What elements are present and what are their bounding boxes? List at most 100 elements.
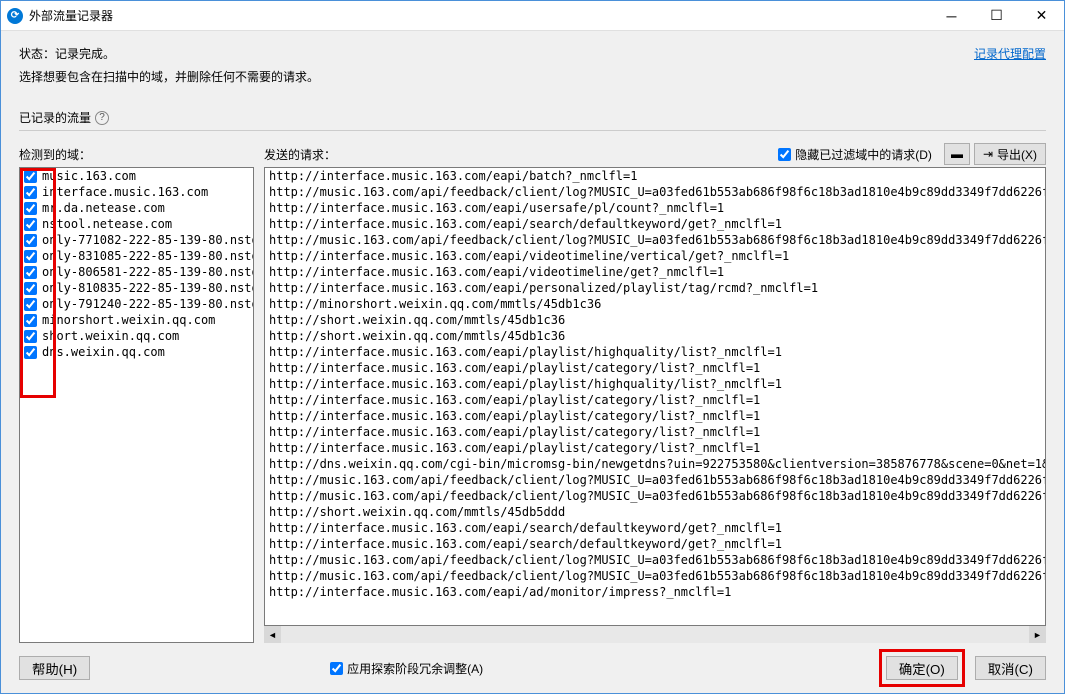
delete-button[interactable]: ▬ <box>944 143 970 165</box>
domain-label: dns.weixin.qq.com <box>42 345 165 359</box>
annotation-highlight: 确定(O) <box>879 649 965 687</box>
domain-item[interactable]: nstool.netease.com <box>20 216 253 232</box>
domains-title: 检测到的域： <box>19 146 91 163</box>
recorded-traffic-title: 已记录的流量 ? <box>19 109 1046 126</box>
scroll-left-icon[interactable]: ◄ <box>264 626 281 643</box>
description-text: 选择想要包含在扫描中的域，并删除任何不需要的请求。 <box>19 68 1046 85</box>
hide-filtered-input[interactable] <box>778 148 791 161</box>
domain-label: music.163.com <box>42 169 136 183</box>
domain-item[interactable]: only-806581-222-85-139-80.nstoo... <box>20 264 253 280</box>
request-item[interactable]: http://short.weixin.qq.com/mmtls/45db5dd… <box>265 504 1045 520</box>
cancel-button[interactable]: 取消(C) <box>975 656 1046 680</box>
request-item[interactable]: http://interface.music.163.com/eapi/play… <box>265 392 1045 408</box>
request-item[interactable]: http://interface.music.163.com/eapi/play… <box>265 376 1045 392</box>
domain-item[interactable]: short.weixin.qq.com <box>20 328 253 344</box>
request-item[interactable]: http://interface.music.163.com/eapi/play… <box>265 408 1045 424</box>
requests-list[interactable]: http://interface.music.163.com/eapi/batc… <box>264 167 1046 626</box>
domains-list[interactable]: music.163.com interface.music.163.com mr.d… <box>19 167 254 643</box>
export-icon: ⇥ <box>983 147 993 161</box>
domain-checkbox[interactable] <box>24 298 37 311</box>
domain-checkbox[interactable] <box>24 234 37 247</box>
minimize-button[interactable]: ─ <box>929 1 974 31</box>
domain-label: only-771082-222-85-139-80.nstoo... <box>42 233 254 247</box>
bottom-bar: 帮助(H) 应用探索阶段冗余调整(A) 确定(O) 取消(C) <box>19 643 1046 683</box>
apply-adjust-input[interactable] <box>330 662 343 675</box>
domain-checkbox[interactable] <box>24 314 37 327</box>
status-value: 记录完成。 <box>55 45 115 62</box>
export-button[interactable]: ⇥ 导出(X) <box>974 143 1046 165</box>
help-button[interactable]: 帮助(H) <box>19 656 90 680</box>
domain-label: only-810835-222-85-139-80.nstoo... <box>42 281 254 295</box>
domain-label: mr.da.netease.com <box>42 201 165 215</box>
request-item[interactable]: http://interface.music.163.com/eapi/play… <box>265 424 1045 440</box>
domain-checkbox[interactable] <box>24 346 37 359</box>
domain-checkbox[interactable] <box>24 186 37 199</box>
titlebar: ⟳ 外部流量记录器 ─ ☐ ✕ <box>1 1 1064 31</box>
request-item[interactable]: http://music.163.com/api/feedback/client… <box>265 488 1045 504</box>
request-item[interactable]: http://music.163.com/api/feedback/client… <box>265 232 1045 248</box>
divider <box>19 130 1046 131</box>
request-item[interactable]: http://interface.music.163.com/eapi/pers… <box>265 280 1045 296</box>
help-icon[interactable]: ? <box>95 111 109 125</box>
request-item[interactable]: http://music.163.com/api/feedback/client… <box>265 552 1045 568</box>
maximize-button[interactable]: ☐ <box>974 1 1019 31</box>
request-item[interactable]: http://minorshort.weixin.qq.com/mmtls/45… <box>265 296 1045 312</box>
domains-header: 检测到的域： <box>19 141 254 167</box>
domain-item[interactable]: minorshort.weixin.qq.com <box>20 312 253 328</box>
request-item[interactable]: http://interface.music.163.com/eapi/user… <box>265 200 1045 216</box>
domain-checkbox[interactable] <box>24 202 37 215</box>
request-item[interactable]: http://short.weixin.qq.com/mmtls/45db1c3… <box>265 328 1045 344</box>
request-item[interactable]: http://interface.music.163.com/eapi/play… <box>265 344 1045 360</box>
hide-filtered-checkbox[interactable]: 隐藏已过滤域中的请求(D) <box>778 146 932 163</box>
request-item[interactable]: http://interface.music.163.com/eapi/sear… <box>265 520 1045 536</box>
request-item[interactable]: http://dns.weixin.qq.com/cgi-bin/microms… <box>265 456 1045 472</box>
domain-label: nstool.netease.com <box>42 217 172 231</box>
domain-checkbox[interactable] <box>24 170 37 183</box>
request-item[interactable]: http://interface.music.163.com/eapi/vide… <box>265 248 1045 264</box>
request-item[interactable]: http://interface.music.163.com/eapi/vide… <box>265 264 1045 280</box>
domain-item[interactable]: mr.da.netease.com <box>20 200 253 216</box>
domains-panel: 检测到的域： music.163.com interface.music.163.… <box>19 141 254 643</box>
horizontal-scrollbar[interactable]: ◄ ► <box>264 626 1046 643</box>
request-item[interactable]: http://interface.music.163.com/eapi/play… <box>265 440 1045 456</box>
status-label: 状态： <box>19 45 55 62</box>
apply-adjust-checkbox[interactable]: 应用探索阶段冗余调整(A) <box>330 660 483 677</box>
domain-item[interactable]: only-771082-222-85-139-80.nstoo... <box>20 232 253 248</box>
requests-panel: 发送的请求： 隐藏已过滤域中的请求(D) ▬ ⇥ 导出(X) http://in… <box>264 141 1046 643</box>
request-item[interactable]: http://interface.music.163.com/eapi/ad/m… <box>265 584 1045 600</box>
domain-item[interactable]: only-831085-222-85-139-80.nstoo... <box>20 248 253 264</box>
request-item[interactable]: http://music.163.com/api/feedback/client… <box>265 568 1045 584</box>
domain-item[interactable]: music.163.com <box>20 168 253 184</box>
proxy-config-link[interactable]: 记录代理配置 <box>974 45 1046 62</box>
request-item[interactable]: http://interface.music.163.com/eapi/play… <box>265 360 1045 376</box>
domain-label: only-791240-222-85-139-80.nstoo... <box>42 297 254 311</box>
domain-checkbox[interactable] <box>24 266 37 279</box>
request-item[interactable]: http://music.163.com/api/feedback/client… <box>265 472 1045 488</box>
request-item[interactable]: http://short.weixin.qq.com/mmtls/45db1c3… <box>265 312 1045 328</box>
domain-label: interface.music.163.com <box>42 185 208 199</box>
content-area: 状态： 记录完成。 记录代理配置 选择想要包含在扫描中的域，并删除任何不需要的请… <box>1 31 1064 693</box>
domain-label: only-806581-222-85-139-80.nstoo... <box>42 265 254 279</box>
domain-item[interactable]: only-810835-222-85-139-80.nstoo... <box>20 280 253 296</box>
request-item[interactable]: http://interface.music.163.com/eapi/batc… <box>265 168 1045 184</box>
request-item[interactable]: http://interface.music.163.com/eapi/sear… <box>265 536 1045 552</box>
request-item[interactable]: http://interface.music.163.com/eapi/sear… <box>265 216 1045 232</box>
scroll-right-icon[interactable]: ► <box>1029 626 1046 643</box>
app-window: ⟳ 外部流量记录器 ─ ☐ ✕ 状态： 记录完成。 记录代理配置 选择想要包含在… <box>0 0 1065 694</box>
domain-checkbox[interactable] <box>24 218 37 231</box>
request-item[interactable]: http://music.163.com/api/feedback/client… <box>265 184 1045 200</box>
requests-title: 发送的请求： <box>264 146 336 163</box>
app-icon: ⟳ <box>7 8 23 24</box>
requests-header: 发送的请求： 隐藏已过滤域中的请求(D) ▬ ⇥ 导出(X) <box>264 141 1046 167</box>
domain-item[interactable]: only-791240-222-85-139-80.nstoo... <box>20 296 253 312</box>
ok-button[interactable]: 确定(O) <box>886 656 958 680</box>
domain-label: short.weixin.qq.com <box>42 329 179 343</box>
close-button[interactable]: ✕ <box>1019 1 1064 31</box>
domain-checkbox[interactable] <box>24 250 37 263</box>
domain-checkbox[interactable] <box>24 282 37 295</box>
domain-checkbox[interactable] <box>24 330 37 343</box>
domain-item[interactable]: dns.weixin.qq.com <box>20 344 253 360</box>
domain-item[interactable]: interface.music.163.com <box>20 184 253 200</box>
domain-label: only-831085-222-85-139-80.nstoo... <box>42 249 254 263</box>
domain-label: minorshort.weixin.qq.com <box>42 313 215 327</box>
